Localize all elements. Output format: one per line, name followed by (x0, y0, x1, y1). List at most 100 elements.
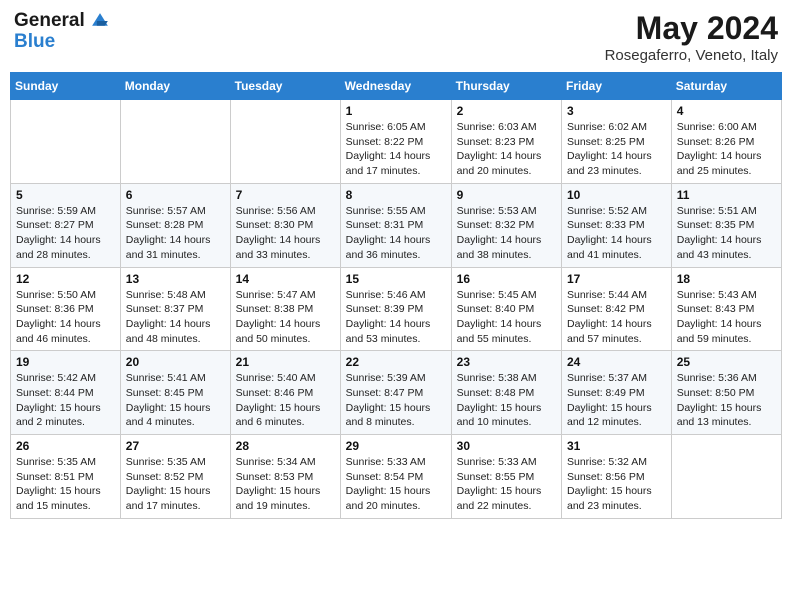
calendar-week-row: 19Sunrise: 5:42 AM Sunset: 8:44 PM Dayli… (11, 351, 782, 435)
calendar-cell: 15 Sunrise: 5:46 AM Sunset: 8:39 PM Dayli… (340, 267, 451, 351)
calendar-cell: 14Sunrise: 5:47 AM Sunset: 8:38 PM Dayli… (230, 267, 340, 351)
calendar-cell (11, 100, 121, 184)
calendar-week-row: 12Sunrise: 5:50 AM Sunset: 8:36 PM Dayli… (11, 267, 782, 351)
day-number: 23 (457, 355, 556, 369)
calendar-cell: 9Sunrise: 5:53 AM Sunset: 8:32 PM Daylig… (451, 183, 561, 267)
day-info: Sunrise: 5:35 AM Sunset: 8:52 PM Dayligh… (126, 455, 225, 514)
logo-text: General (14, 10, 113, 32)
calendar-cell: 23 Sunrise: 5:38 AM Sunset: 8:48 PM Dayli… (451, 351, 561, 435)
calendar-cell (230, 100, 340, 184)
calendar-cell: 19Sunrise: 5:42 AM Sunset: 8:44 PM Dayli… (11, 351, 121, 435)
day-number: 4 (677, 104, 776, 118)
day-of-week-header: Thursday (451, 73, 561, 100)
day-number: 26 (16, 439, 115, 453)
calendar-cell: 10 Sunrise: 5:52 AM Sunset: 8:33 PM Dayli… (562, 183, 672, 267)
day-of-week-header: Tuesday (230, 73, 340, 100)
day-number: 2 (457, 104, 556, 118)
logo-blue-text: Blue (14, 32, 113, 53)
calendar-cell: 30Sunrise: 5:33 AM Sunset: 8:55 PM Dayli… (451, 435, 561, 519)
day-of-week-header: Wednesday (340, 73, 451, 100)
day-number: 7 (236, 188, 335, 202)
day-number: 1 (346, 104, 446, 118)
day-number: 25 (677, 355, 776, 369)
calendar-cell: 16 Sunrise: 5:45 AM Sunset: 8:40 PM Dayli… (451, 267, 561, 351)
day-number: 29 (346, 439, 446, 453)
day-number: 11 (677, 188, 776, 202)
day-info: Sunrise: 5:36 AM Sunset: 8:50 PM Dayligh… (677, 371, 776, 430)
calendar-cell: 22 Sunrise: 5:39 AM Sunset: 8:47 PM Dayli… (340, 351, 451, 435)
day-number: 21 (236, 355, 335, 369)
calendar-cell: 4Sunrise: 6:00 AM Sunset: 8:26 PM Daylig… (671, 100, 781, 184)
calendar-cell: 8 Sunrise: 5:55 AM Sunset: 8:31 PM Daylig… (340, 183, 451, 267)
logo-icon (87, 10, 113, 32)
day-number: 30 (457, 439, 556, 453)
calendar-cell: 18 Sunrise: 5:43 AM Sunset: 8:43 PM Dayli… (671, 267, 781, 351)
day-number: 22 (346, 355, 446, 369)
day-info: Sunrise: 5:51 AM Sunset: 8:35 PM Dayligh… (677, 204, 776, 263)
calendar-week-row: 5Sunrise: 5:59 AM Sunset: 8:27 PM Daylig… (11, 183, 782, 267)
day-info: Sunrise: 5:53 AM Sunset: 8:32 PM Dayligh… (457, 204, 556, 263)
calendar-week-row: 1 Sunrise: 6:05 AM Sunset: 8:22 PM Daylig… (11, 100, 782, 184)
day-number: 31 (567, 439, 666, 453)
calendar-cell: 25 Sunrise: 5:36 AM Sunset: 8:50 PM Dayli… (671, 351, 781, 435)
day-number: 3 (567, 104, 666, 118)
day-info: Sunrise: 6:02 AM Sunset: 8:25 PM Dayligh… (567, 120, 666, 179)
calendar-week-row: 26 Sunrise: 5:35 AM Sunset: 8:51 PM Dayli… (11, 435, 782, 519)
day-info: Sunrise: 6:05 AM Sunset: 8:22 PM Dayligh… (346, 120, 446, 179)
day-number: 18 (677, 272, 776, 286)
calendar-table: SundayMondayTuesdayWednesdayThursdayFrid… (10, 72, 782, 519)
title-block: May 2024 Rosegaferro, Veneto, Italy (605, 10, 778, 64)
day-info: Sunrise: 5:34 AM Sunset: 8:53 PM Dayligh… (236, 455, 335, 514)
calendar-cell: 17Sunrise: 5:44 AM Sunset: 8:42 PM Dayli… (562, 267, 672, 351)
day-info: Sunrise: 5:46 AM Sunset: 8:39 PM Dayligh… (346, 288, 446, 347)
day-info: Sunrise: 5:45 AM Sunset: 8:40 PM Dayligh… (457, 288, 556, 347)
calendar-cell: 3 Sunrise: 6:02 AM Sunset: 8:25 PM Daylig… (562, 100, 672, 184)
day-number: 5 (16, 188, 115, 202)
day-info: Sunrise: 5:52 AM Sunset: 8:33 PM Dayligh… (567, 204, 666, 263)
day-info: Sunrise: 5:56 AM Sunset: 8:30 PM Dayligh… (236, 204, 335, 263)
calendar-cell: 29Sunrise: 5:33 AM Sunset: 8:54 PM Dayli… (340, 435, 451, 519)
day-of-week-header: Monday (120, 73, 230, 100)
calendar-cell (120, 100, 230, 184)
day-info: Sunrise: 5:39 AM Sunset: 8:47 PM Dayligh… (346, 371, 446, 430)
day-number: 14 (236, 272, 335, 286)
logo: General Blue (14, 10, 113, 53)
day-number: 13 (126, 272, 225, 286)
day-number: 8 (346, 188, 446, 202)
calendar-cell: 1 Sunrise: 6:05 AM Sunset: 8:22 PM Daylig… (340, 100, 451, 184)
page-header: General Blue May 2024 Rosegaferro, Venet… (10, 10, 782, 64)
calendar-cell: 20 Sunrise: 5:41 AM Sunset: 8:45 PM Dayli… (120, 351, 230, 435)
day-number: 28 (236, 439, 335, 453)
day-info: Sunrise: 5:38 AM Sunset: 8:48 PM Dayligh… (457, 371, 556, 430)
calendar-cell: 26 Sunrise: 5:35 AM Sunset: 8:51 PM Dayli… (11, 435, 121, 519)
day-number: 12 (16, 272, 115, 286)
day-info: Sunrise: 5:41 AM Sunset: 8:45 PM Dayligh… (126, 371, 225, 430)
day-of-week-header: Saturday (671, 73, 781, 100)
calendar-cell: 11 Sunrise: 5:51 AM Sunset: 8:35 PM Dayli… (671, 183, 781, 267)
calendar-cell: 21Sunrise: 5:40 AM Sunset: 8:46 PM Dayli… (230, 351, 340, 435)
calendar-cell: 31Sunrise: 5:32 AM Sunset: 8:56 PM Dayli… (562, 435, 672, 519)
day-number: 27 (126, 439, 225, 453)
day-of-week-header: Sunday (11, 73, 121, 100)
location-subtitle: Rosegaferro, Veneto, Italy (605, 47, 778, 64)
day-info: Sunrise: 5:35 AM Sunset: 8:51 PM Dayligh… (16, 455, 115, 514)
day-info: Sunrise: 5:43 AM Sunset: 8:43 PM Dayligh… (677, 288, 776, 347)
day-info: Sunrise: 5:42 AM Sunset: 8:44 PM Dayligh… (16, 371, 115, 430)
calendar-cell: 7 Sunrise: 5:56 AM Sunset: 8:30 PM Daylig… (230, 183, 340, 267)
day-number: 20 (126, 355, 225, 369)
day-number: 17 (567, 272, 666, 286)
day-info: Sunrise: 5:55 AM Sunset: 8:31 PM Dayligh… (346, 204, 446, 263)
calendar-cell: 13 Sunrise: 5:48 AM Sunset: 8:37 PM Dayli… (120, 267, 230, 351)
day-info: Sunrise: 5:37 AM Sunset: 8:49 PM Dayligh… (567, 371, 666, 430)
calendar-cell: 28 Sunrise: 5:34 AM Sunset: 8:53 PM Dayli… (230, 435, 340, 519)
calendar-cell: 27 Sunrise: 5:35 AM Sunset: 8:52 PM Dayli… (120, 435, 230, 519)
day-number: 16 (457, 272, 556, 286)
day-info: Sunrise: 5:48 AM Sunset: 8:37 PM Dayligh… (126, 288, 225, 347)
calendar-cell: 5Sunrise: 5:59 AM Sunset: 8:27 PM Daylig… (11, 183, 121, 267)
day-number: 6 (126, 188, 225, 202)
month-year-title: May 2024 (605, 10, 778, 47)
day-number: 15 (346, 272, 446, 286)
day-info: Sunrise: 6:03 AM Sunset: 8:23 PM Dayligh… (457, 120, 556, 179)
calendar-cell: 12Sunrise: 5:50 AM Sunset: 8:36 PM Dayli… (11, 267, 121, 351)
day-number: 10 (567, 188, 666, 202)
